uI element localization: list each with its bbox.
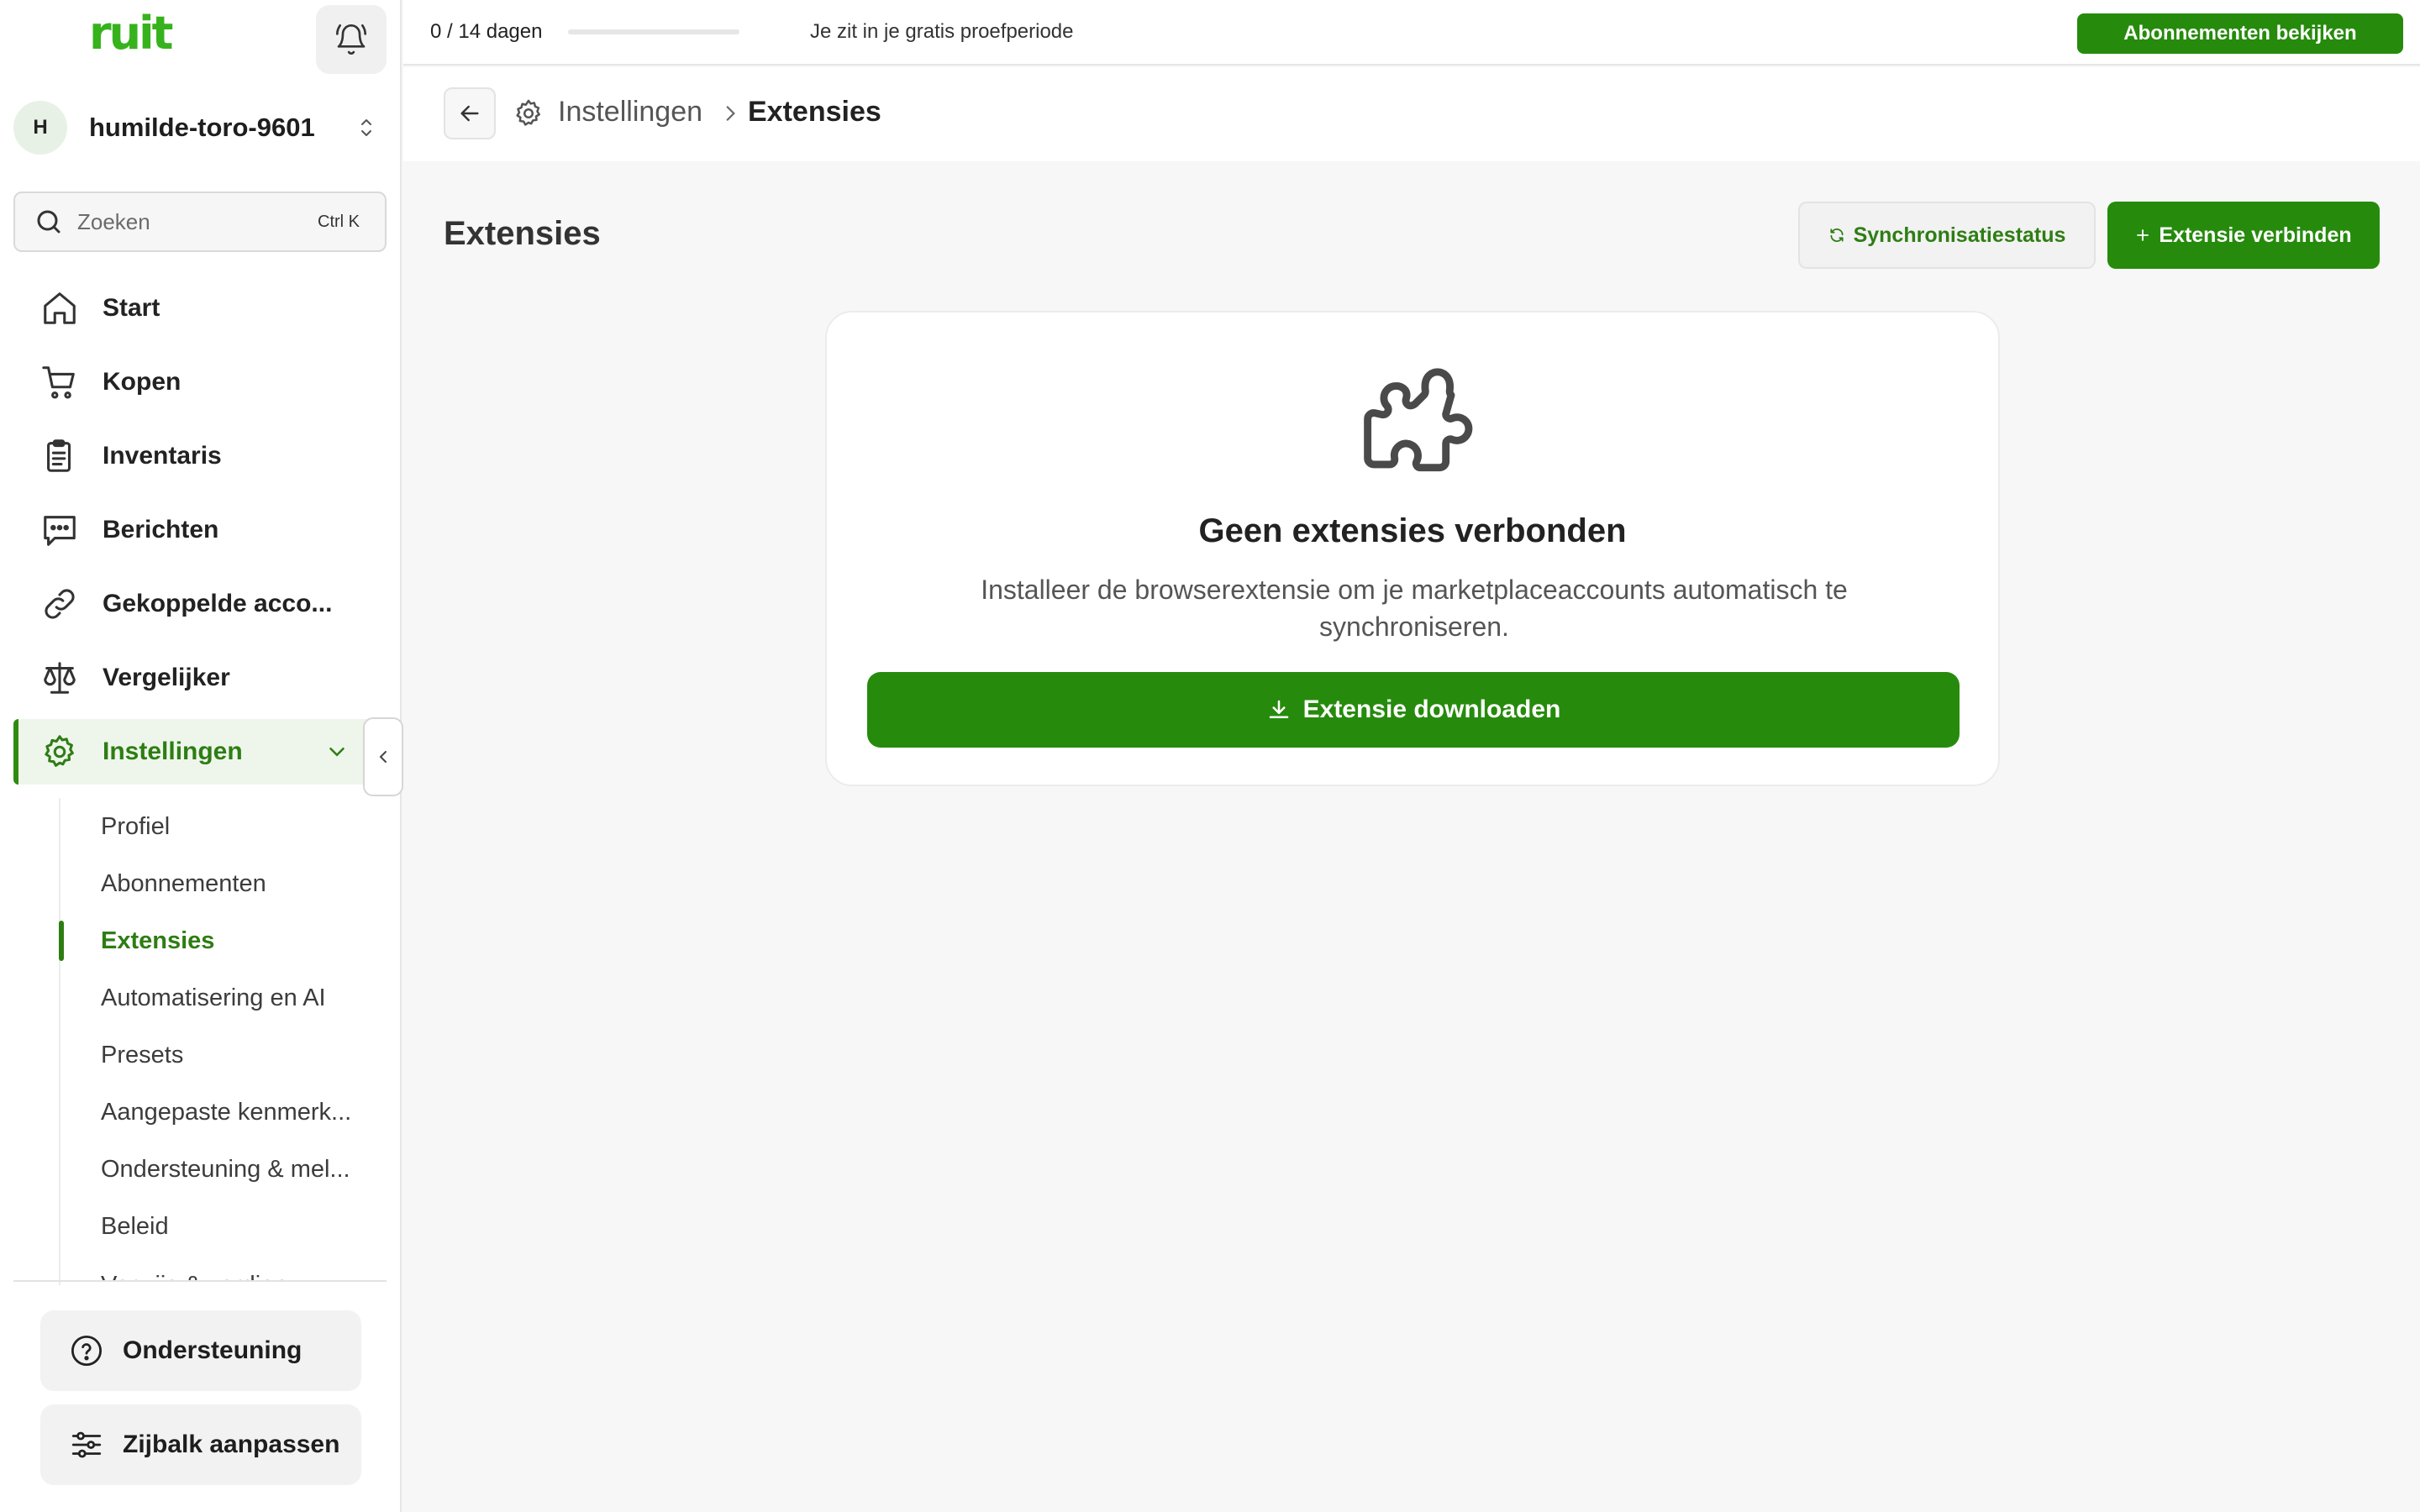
- gear-icon: [45, 735, 74, 767]
- search-input[interactable]: Zoeken Ctrl K: [13, 192, 387, 252]
- sidebar: ruit H humilde-toro-9601 Zoeken Ctrl K S…: [0, 0, 403, 1512]
- empty-state-description: Installeer de browserextensie om je mark…: [981, 575, 1848, 642]
- gear-icon: [516, 99, 540, 126]
- sidebar-item-inventaris[interactable]: Inventaris: [13, 423, 376, 489]
- refresh-icon: [1829, 228, 1844, 242]
- chevron-down-icon: [329, 748, 345, 757]
- sub-item-custom-attributes[interactable]: Aangepaste kenmerk...: [101, 1099, 351, 1126]
- scale-icon: [44, 662, 76, 694]
- download-extension-button[interactable]: Extensie downloaden: [867, 672, 1960, 748]
- sidebar-item-label: Instellingen: [103, 738, 243, 765]
- sub-item-abonnementen[interactable]: Abonnementen: [101, 870, 266, 898]
- view-subscriptions-button[interactable]: Abonnementen bekijken: [2077, 13, 2403, 54]
- workspace-switcher[interactable]: H humilde-toro-9601: [13, 99, 388, 156]
- sub-item-support-feedback[interactable]: Ondersteuning & mel...: [101, 1156, 350, 1184]
- search-placeholder: Zoeken: [77, 208, 150, 234]
- breadcrumb-parent[interactable]: Instellingen: [558, 96, 702, 129]
- sub-item-profiel[interactable]: Profiel: [101, 813, 170, 841]
- support-label: Ondersteuning: [123, 1336, 302, 1364]
- clipboard-icon: [47, 439, 71, 472]
- arrow-left-icon: [460, 105, 479, 122]
- chevron-right-icon: [726, 106, 735, 121]
- collapse-sidebar-button[interactable]: [363, 717, 403, 796]
- sidebar-item-label: Gekoppelde acco...: [103, 590, 333, 617]
- trial-progress-bar: [568, 29, 739, 34]
- puzzle-icon: [1364, 368, 1473, 472]
- notifications-button[interactable]: [316, 5, 387, 74]
- plus-icon: [2137, 229, 2149, 241]
- sidebar-item-linked-accounts[interactable]: Gekoppelde acco...: [13, 571, 376, 637]
- chevron-up-down-icon: [361, 119, 371, 136]
- sidebar-item-label: Start: [103, 294, 160, 322]
- sliders-icon: [71, 1431, 102, 1458]
- bell-icon: [336, 24, 366, 55]
- empty-state-card: Geen extensies verbonden Installeer de b…: [825, 311, 2000, 786]
- trial-bar: 0 / 14 dagen Je zit in je gratis proefpe…: [403, 0, 2420, 66]
- sidebar-item-start[interactable]: Start: [13, 276, 376, 341]
- breadcrumb-current: Extensies: [748, 96, 881, 128]
- submenu-guide-line: [59, 798, 60, 1285]
- connect-extension-label: Extensie verbinden: [2159, 223, 2352, 247]
- trial-day-count: 0 / 14 dagen: [430, 20, 543, 43]
- download-icon: [1269, 700, 1288, 718]
- sidebar-item-label: Vergelijker: [103, 664, 230, 691]
- download-extension-label: Extensie downloaden: [1302, 696, 1561, 723]
- link-icon: [45, 589, 75, 619]
- customize-sidebar-button[interactable]: Zijbalk aanpassen: [40, 1404, 361, 1485]
- page-header: Instellingen Extensies: [403, 67, 2420, 161]
- sync-status-label: Synchronisatiestatus: [1853, 223, 2066, 247]
- search-icon: [37, 210, 60, 234]
- active-sub-indicator: [59, 921, 64, 961]
- sidebar-item-instellingen[interactable]: Instellingen: [13, 719, 376, 785]
- workspace-name: humilde-toro-9601: [89, 113, 315, 142]
- help-circle-icon: [71, 1335, 103, 1367]
- sub-item-presets[interactable]: Presets: [101, 1042, 183, 1069]
- avatar: H: [13, 101, 67, 155]
- sync-status-button[interactable]: Synchronisatiestatus: [1798, 202, 2096, 269]
- back-button[interactable]: [444, 87, 496, 139]
- sidebar-item-berichten[interactable]: Berichten: [13, 497, 376, 563]
- sub-item-extensies[interactable]: Extensies: [101, 927, 214, 955]
- sub-item-automatisering[interactable]: Automatisering en AI: [101, 984, 326, 1012]
- cart-icon: [42, 366, 75, 399]
- search-shortcut: Ctrl K: [318, 212, 360, 231]
- sidebar-item-label: Berichten: [103, 516, 219, 543]
- sidebar-item-kopen[interactable]: Kopen: [13, 349, 376, 415]
- sub-item-beleid[interactable]: Beleid: [101, 1213, 169, 1241]
- sidebar-item-vergelijker[interactable]: Vergelijker: [13, 645, 376, 711]
- sidebar-item-label: Inventaris: [103, 442, 222, 470]
- chevron-left-icon: [379, 751, 387, 763]
- chat-icon: [44, 516, 76, 546]
- sidebar-divider: [13, 1280, 387, 1282]
- support-button[interactable]: Ondersteuning: [40, 1310, 361, 1391]
- customize-label: Zijbalk aanpassen: [123, 1431, 340, 1458]
- trial-message: Je zit in je gratis proefperiode: [810, 20, 1074, 43]
- home-icon: [44, 292, 76, 324]
- empty-state-title: Geen extensies verbonden: [1198, 512, 1627, 549]
- page-title: Extensies: [444, 215, 601, 252]
- connect-extension-button[interactable]: Extensie verbinden: [2107, 202, 2380, 269]
- sidebar-item-label: Kopen: [103, 368, 182, 396]
- sub-item-refer-earn[interactable]: Verwijs & verdien: [101, 1270, 287, 1280]
- ruit-logo[interactable]: ruit: [89, 7, 173, 60]
